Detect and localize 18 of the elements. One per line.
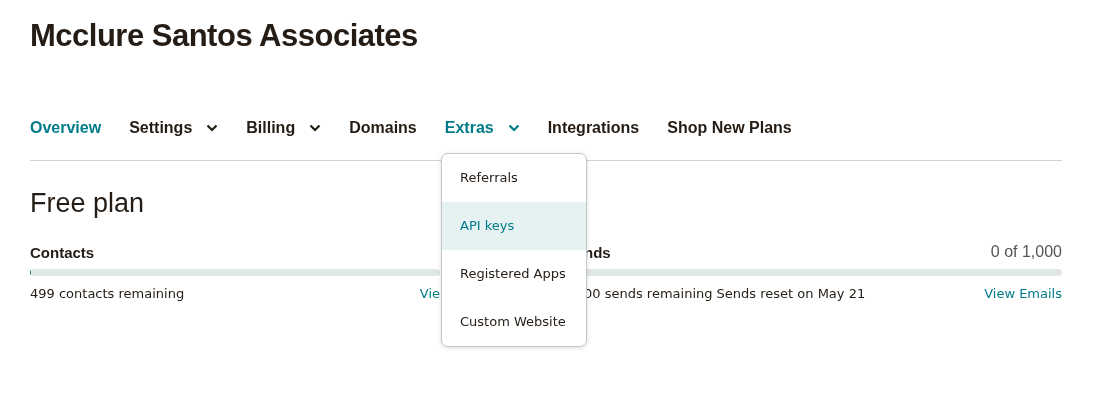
menu-item[interactable]: Referrals [442, 154, 586, 202]
view-link[interactable]: Vie [419, 286, 440, 301]
menu-item[interactable]: Custom Website [442, 298, 586, 346]
page-title: Mcclure Santos Associates [30, 17, 419, 55]
menu-item[interactable]: Registered Apps [442, 250, 586, 298]
nav-tab[interactable]: Shop New Plans [667, 119, 792, 137]
menu-item[interactable]: API keys [442, 202, 586, 250]
nav-tab[interactable]: Overview [30, 119, 102, 137]
view-link[interactable]: View Emails [984, 286, 1062, 301]
usage-count: 0 of 1,000 [990, 243, 1062, 261]
nav-tab[interactable]: Integrations [547, 119, 640, 137]
usage-heading: Contacts [30, 243, 95, 261]
nav-tab[interactable]: Billing [246, 119, 322, 137]
nav-tab[interactable]: Settings [129, 119, 219, 137]
remaining-text: 499 contacts remaining [30, 286, 185, 301]
nav-tab[interactable]: Extras [444, 119, 520, 137]
plan-heading: Free plan [30, 187, 145, 220]
nav-tab[interactable]: Domains [349, 119, 417, 137]
